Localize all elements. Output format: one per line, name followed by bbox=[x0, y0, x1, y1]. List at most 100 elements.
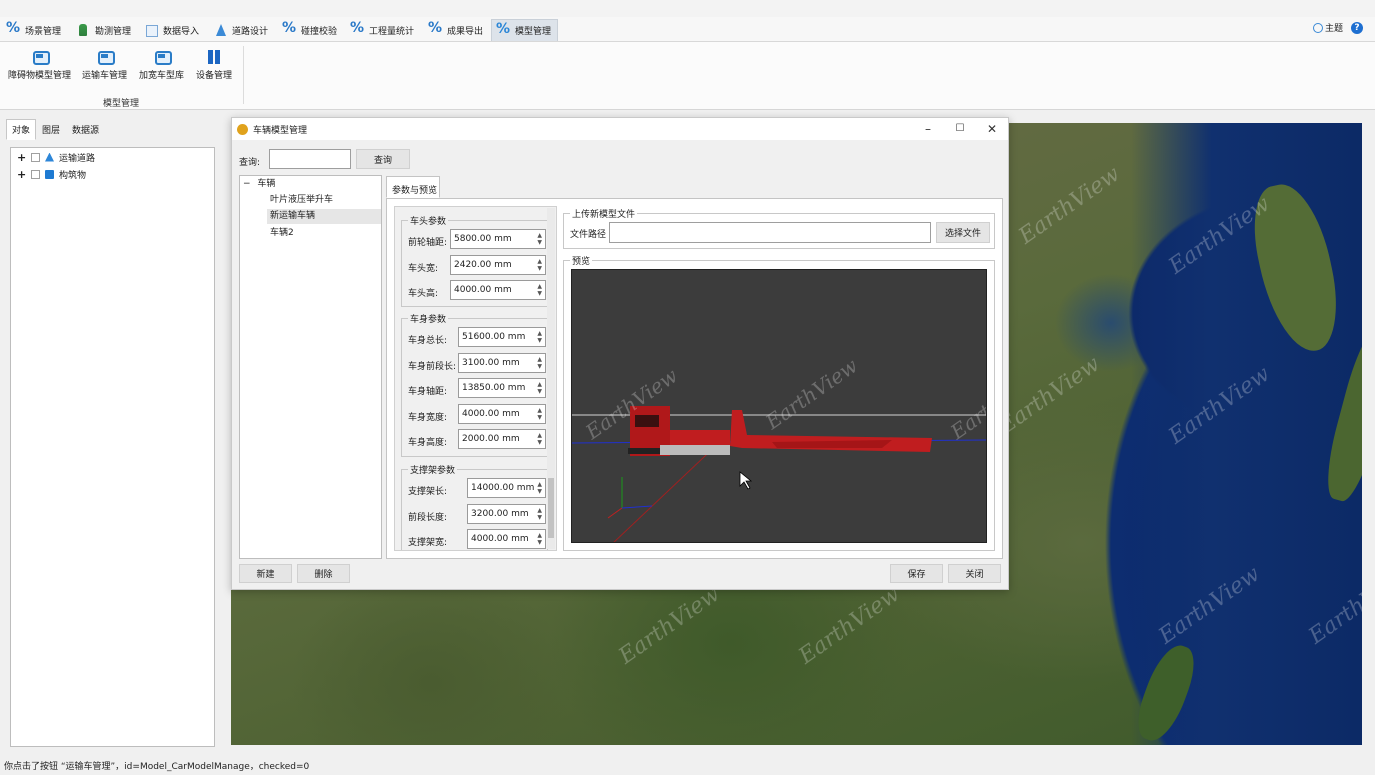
spin-arrows-icon[interactable]: ▲ ▼ bbox=[537, 381, 542, 395]
window-top-strip bbox=[0, 0, 1375, 17]
dialog-titlebar[interactable]: 车辆模型管理 bbox=[232, 118, 1008, 140]
tab-model-management[interactable]: 模型管理 bbox=[491, 19, 559, 41]
tab-label: 工程量统计 bbox=[369, 26, 415, 37]
maximize-button[interactable]: ☐ bbox=[952, 121, 968, 137]
tab-label: 成果导出 bbox=[447, 26, 484, 37]
minimize-button[interactable]: – bbox=[920, 121, 936, 137]
tree-item-new-transport[interactable]: 新运输车辆 bbox=[267, 209, 381, 224]
expand-icon[interactable]: + bbox=[17, 168, 26, 181]
spin-arrows-icon[interactable]: ▲ ▼ bbox=[537, 407, 542, 421]
spin-value: 2420.00 mm bbox=[454, 260, 512, 270]
body-width-field[interactable]: 4000.00 mm ▲ ▼ bbox=[458, 404, 546, 424]
map-watermark: EarthView bbox=[614, 581, 725, 670]
tab-label: 道路设计 bbox=[232, 26, 269, 37]
tab-result-export[interactable]: 成果导出 bbox=[424, 19, 489, 41]
file-path-input[interactable] bbox=[609, 222, 931, 243]
tab-quantity-statistics[interactable]: 工程量统计 bbox=[346, 19, 420, 41]
param-label: 支撑架宽: bbox=[408, 538, 448, 548]
device-management-button[interactable]: 设备管理 bbox=[196, 50, 232, 81]
ribbon-label: 运输车管理 bbox=[82, 71, 128, 81]
wheelbase-field[interactable]: 5800.00 mm ▲ ▼ bbox=[450, 229, 546, 249]
help-icon[interactable]: ? bbox=[1351, 21, 1363, 34]
param-label: 车身高度: bbox=[408, 438, 448, 448]
theme-button[interactable]: 主题 bbox=[1312, 21, 1343, 34]
scrollbar-thumb[interactable] bbox=[548, 478, 554, 538]
tab-data-import[interactable]: 数据导入 bbox=[140, 19, 205, 41]
param-label: 支撑架长: bbox=[408, 487, 448, 497]
save-button[interactable]: 保存 bbox=[890, 564, 943, 583]
body-height-field[interactable]: 2000.00 mm ▲ ▼ bbox=[458, 429, 546, 449]
body-length-field[interactable]: 51600.00 mm ▲ ▼ bbox=[458, 327, 546, 347]
spin-arrows-icon[interactable]: ▲ ▼ bbox=[537, 258, 542, 272]
spin-arrows-icon[interactable]: ▲ ▼ bbox=[537, 481, 542, 495]
status-bar: 你点击了按钮 “运输车管理”，id=Model_CarModelManage，c… bbox=[0, 760, 1375, 775]
collapse-icon[interactable]: − bbox=[243, 179, 251, 189]
tab-collision-check[interactable]: 碰撞校验 bbox=[278, 19, 343, 41]
tab-datasource[interactable]: 数据源 bbox=[66, 119, 105, 140]
spin-arrows-icon[interactable]: ▲ ▼ bbox=[537, 507, 542, 521]
body-wheelbase-field[interactable]: 13850.00 mm ▲ ▼ bbox=[458, 378, 546, 398]
choose-file-button[interactable]: 选择文件 bbox=[936, 222, 990, 243]
tree-item-label: 构筑物 bbox=[59, 170, 87, 181]
spin-arrows-icon[interactable]: ▲ ▼ bbox=[537, 532, 542, 546]
query-label: 查询: bbox=[239, 158, 261, 168]
tree-item-blade-lift-truck[interactable]: 叶片液压举升车 bbox=[270, 193, 333, 208]
tab-label: 场景管理 bbox=[25, 26, 62, 37]
road-icon bbox=[213, 23, 227, 37]
layer-checkbox[interactable] bbox=[31, 152, 40, 162]
new-button[interactable]: 新建 bbox=[239, 564, 292, 583]
map-watermark: EarthView bbox=[1014, 161, 1125, 250]
tree-root-label: 车辆 bbox=[257, 179, 276, 189]
obstacle-model-button[interactable]: 障碍物模型管理 bbox=[8, 50, 71, 81]
tab-params-preview[interactable]: 参数与预览 bbox=[386, 176, 440, 198]
delete-button[interactable]: 删除 bbox=[297, 564, 350, 583]
scene-icon bbox=[6, 20, 20, 37]
tree-item-label: 运输道路 bbox=[59, 153, 96, 164]
expand-icon[interactable]: + bbox=[17, 151, 26, 164]
spin-arrows-icon[interactable]: ▲ ▼ bbox=[537, 232, 542, 246]
spin-arrows-icon[interactable]: ▲ ▼ bbox=[537, 283, 542, 297]
query-button[interactable]: 查询 bbox=[356, 149, 410, 169]
right-tools: 主题 ? bbox=[1312, 21, 1363, 34]
layer-checkbox[interactable] bbox=[31, 169, 40, 179]
spin-value: 4000.00 mm bbox=[471, 534, 529, 544]
model-preview-viewport[interactable]: EarthView EarthView EarthView bbox=[571, 269, 987, 543]
close-icon[interactable]: ✕ bbox=[984, 121, 1000, 137]
support-length-field[interactable]: 14000.00 mm ▲ ▼ bbox=[467, 478, 546, 498]
ribbon-label: 设备管理 bbox=[196, 71, 233, 81]
support-front-length-field[interactable]: 3200.00 mm ▲ ▼ bbox=[467, 504, 546, 524]
head-width-field[interactable]: 2420.00 mm ▲ ▼ bbox=[450, 255, 546, 275]
truck-wheels bbox=[660, 445, 730, 455]
tab-layers[interactable]: 图层 bbox=[36, 119, 66, 140]
gizmo-x bbox=[607, 507, 623, 519]
tree-item-structure[interactable]: + 构筑物 bbox=[17, 167, 86, 181]
tab-label: 模型管理 bbox=[515, 27, 552, 37]
head-height-field[interactable]: 4000.00 mm ▲ ▼ bbox=[450, 280, 546, 300]
tree-root-vehicles[interactable]: − 车辆 bbox=[243, 177, 275, 192]
params-scroll-area[interactable]: 车头参数 前轮轴距: 5800.00 mm ▲ ▼ 车头宽: 2420.00 mm ▲… bbox=[394, 206, 557, 551]
tab-survey-management[interactable]: 勘测管理 bbox=[72, 19, 137, 41]
tree-item-road[interactable]: + 运输道路 bbox=[17, 150, 95, 164]
ribbon-label: 加宽车型库 bbox=[139, 71, 185, 81]
query-input[interactable] bbox=[269, 149, 351, 169]
close-button[interactable]: 关闭 bbox=[948, 564, 1001, 583]
params-scrollbar[interactable] bbox=[547, 208, 555, 549]
spin-arrows-icon[interactable]: ▲ ▼ bbox=[537, 432, 542, 446]
export-icon bbox=[428, 20, 442, 37]
upload-group: 上传新模型文件 文件路径 选择文件 bbox=[563, 207, 995, 249]
spin-arrows-icon[interactable]: ▲ ▼ bbox=[537, 356, 542, 370]
tab-road-design[interactable]: 道路设计 bbox=[209, 19, 274, 41]
spin-value: 4000.00 mm bbox=[462, 409, 520, 419]
tab-objects[interactable]: 对象 bbox=[6, 119, 37, 140]
body-front-length-field[interactable]: 3100.00 mm ▲ ▼ bbox=[458, 353, 546, 373]
quantity-icon bbox=[350, 20, 364, 37]
theme-icon bbox=[1312, 22, 1323, 33]
preview-group: 预览 EarthView EarthView EarthView bbox=[563, 254, 995, 551]
tree-item-vehicle2[interactable]: 车辆2 bbox=[270, 226, 294, 241]
tab-scene-management[interactable]: 场景管理 bbox=[2, 19, 67, 41]
transport-car-button[interactable]: 运输车管理 bbox=[82, 50, 127, 81]
spin-arrows-icon[interactable]: ▲ ▼ bbox=[537, 330, 542, 344]
spin-value: 4000.00 mm bbox=[454, 285, 512, 295]
widened-car-button[interactable]: 加宽车型库 bbox=[139, 50, 184, 81]
support-width-field[interactable]: 4000.00 mm ▲ ▼ bbox=[467, 529, 546, 549]
